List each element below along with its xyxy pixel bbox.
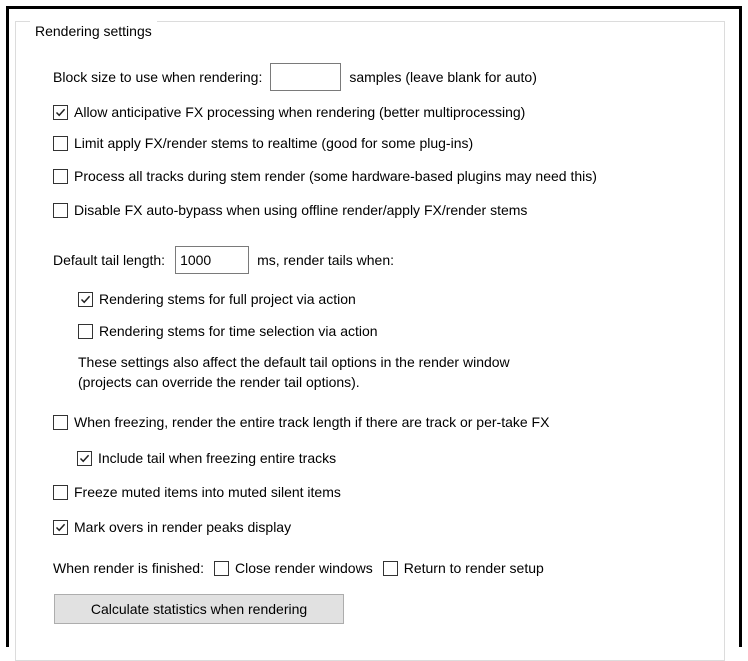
process-all-tracks-checkbox[interactable]: Process all tracks during stem render (s…: [53, 165, 597, 187]
include-tail-checkbox-box[interactable]: [77, 450, 92, 466]
mark-overs-checkbox[interactable]: Mark overs in render peaks display: [53, 516, 291, 538]
checkmark-icon: [55, 523, 66, 531]
include-tail-checkbox[interactable]: Include tail when freezing entire tracks: [77, 447, 336, 469]
freeze-entire-track-label: When freezing, render the entire track l…: [74, 414, 550, 430]
return-to-render-setup-checkbox[interactable]: [382, 560, 398, 576]
tail-length-input[interactable]: [175, 246, 250, 274]
tail-note-line-1: These settings also affect the default t…: [78, 354, 510, 370]
tail-length-label: Default tail length:: [53, 252, 166, 268]
checkmark-icon: [80, 295, 91, 303]
tail-time-selection-label: Rendering stems for time selection via a…: [99, 323, 378, 339]
limit-realtime-checkbox[interactable]: Limit apply FX/render stems to realtime …: [53, 132, 473, 154]
tail-length-suffix: ms, render tails when:: [257, 252, 395, 268]
tail-full-project-checkbox-box[interactable]: [78, 291, 93, 307]
block-size-label: Block size to use when rendering:: [53, 69, 263, 85]
block-size-input[interactable]: [270, 63, 342, 91]
mark-overs-label: Mark overs in render peaks display: [74, 519, 292, 535]
process-all-tracks-checkbox-box[interactable]: [53, 168, 68, 184]
limit-realtime-checkbox-box[interactable]: [53, 135, 68, 151]
include-tail-label: Include tail when freezing entire tracks: [98, 450, 337, 466]
mark-overs-checkbox-box[interactable]: [53, 519, 68, 535]
freeze-muted-items-label: Freeze muted items into muted silent ite…: [74, 484, 341, 500]
calculate-statistics-button[interactable]: Calculate statistics when rendering: [54, 594, 344, 624]
process-all-tracks-label: Process all tracks during stem render (s…: [74, 168, 597, 184]
tail-time-selection-checkbox[interactable]: Rendering stems for time selection via a…: [78, 320, 378, 342]
limit-realtime-label: Limit apply FX/render stems to realtime …: [74, 135, 474, 151]
close-render-windows-checkbox[interactable]: [213, 560, 229, 576]
disable-auto-bypass-label: Disable FX auto-bypass when using offlin…: [74, 202, 528, 218]
return-to-render-setup-label: Return to render setup: [403, 560, 544, 576]
tail-time-selection-checkbox-box[interactable]: [78, 323, 93, 339]
tail-full-project-checkbox[interactable]: Rendering stems for full project via act…: [78, 288, 356, 310]
tail-full-project-label: Rendering stems for full project via act…: [99, 291, 356, 307]
block-size-row: Block size to use when rendering: sample…: [53, 62, 537, 92]
anticipative-fx-checkbox[interactable]: Allow anticipative FX processing when re…: [53, 101, 525, 123]
freeze-muted-items-checkbox-box[interactable]: [53, 484, 68, 500]
checkmark-icon: [79, 454, 90, 462]
freeze-entire-track-checkbox[interactable]: When freezing, render the entire track l…: [53, 411, 549, 433]
freeze-muted-items-checkbox[interactable]: Freeze muted items into muted silent ite…: [53, 481, 341, 503]
freeze-entire-track-checkbox-box[interactable]: [53, 414, 68, 430]
disable-auto-bypass-checkbox[interactable]: Disable FX auto-bypass when using offlin…: [53, 199, 527, 221]
anticipative-fx-checkbox-box[interactable]: [53, 104, 68, 120]
block-size-suffix: samples (leave blank for auto): [349, 69, 537, 85]
group-title: Rendering settings: [30, 21, 157, 41]
checkmark-icon: [55, 108, 66, 116]
render-finished-row: When render is finished: Close render wi…: [53, 557, 544, 579]
anticipative-fx-label: Allow anticipative FX processing when re…: [74, 104, 526, 120]
tail-note-line-2: (projects can override the render tail o…: [78, 374, 360, 390]
tail-length-row: Default tail length: ms, render tails wh…: [53, 245, 394, 275]
disable-auto-bypass-checkbox-box[interactable]: [53, 202, 68, 218]
close-render-windows-label: Close render windows: [234, 560, 373, 576]
render-finished-label: When render is finished:: [53, 560, 204, 576]
